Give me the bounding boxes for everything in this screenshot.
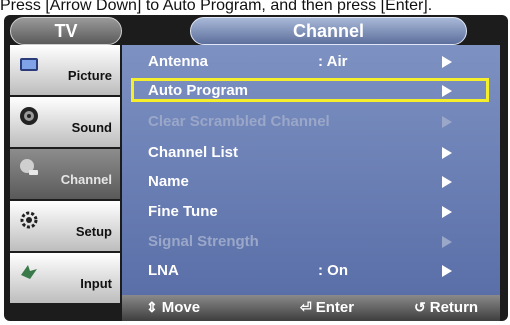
footer-hint-bar: ⇕ Move ⏎ Enter ↺ Return bbox=[122, 295, 500, 321]
arrow-right-icon bbox=[442, 147, 452, 159]
tv-label: TV bbox=[10, 17, 122, 45]
sidebar-item-setup[interactable]: Setup bbox=[10, 201, 120, 251]
channel-options-panel: Antenna : Air Auto Program Clear Scrambl… bbox=[122, 45, 500, 295]
input-icon bbox=[21, 265, 37, 279]
picture-icon bbox=[20, 58, 38, 71]
arrow-right-icon bbox=[442, 176, 452, 188]
sidebar-item-input[interactable]: Input bbox=[10, 253, 120, 303]
return-icon: ↺ bbox=[414, 299, 426, 315]
arrow-right-icon bbox=[442, 56, 452, 68]
up-down-arrows-icon: ⇕ bbox=[146, 299, 158, 315]
sidebar-item-sound[interactable]: Sound bbox=[10, 97, 120, 147]
menu-row-antenna[interactable]: Antenna : Air bbox=[122, 49, 500, 75]
channel-icon bbox=[20, 159, 38, 175]
sidebar-item-label: Channel bbox=[60, 172, 112, 187]
sidebar-item-label: Setup bbox=[75, 224, 112, 239]
arrow-right-icon bbox=[442, 116, 452, 128]
menu-row-name[interactable]: Name bbox=[122, 169, 500, 195]
footer-enter: ⏎ Enter bbox=[300, 299, 355, 316]
footer-move: ⇕ Move bbox=[146, 299, 201, 316]
sidebar-item-label: Sound bbox=[71, 120, 112, 135]
sidebar-item-label: Input bbox=[80, 276, 112, 291]
selection-highlight bbox=[131, 78, 489, 102]
menu-row-clear-scrambled-channel: Clear Scrambled Channel bbox=[122, 109, 500, 135]
sound-icon bbox=[20, 107, 38, 125]
sidebar-item-channel[interactable]: Channel bbox=[10, 149, 120, 199]
sidebar-item-picture[interactable]: Picture bbox=[10, 45, 120, 95]
menu-title: Channel bbox=[190, 17, 467, 45]
footer-return: ↺ Return bbox=[414, 299, 479, 316]
menu-row-channel-list[interactable]: Channel List bbox=[122, 140, 500, 166]
enter-icon: ⏎ bbox=[300, 299, 312, 315]
setup-icon bbox=[20, 211, 38, 229]
menu-row-lna[interactable]: LNA : On bbox=[122, 258, 500, 284]
arrow-right-icon bbox=[442, 236, 452, 248]
menu-row-signal-strength: Signal Strength bbox=[122, 229, 500, 255]
arrow-right-icon bbox=[442, 206, 452, 218]
sidebar: Picture Sound Channel Setup Input bbox=[10, 45, 120, 305]
menu-row-fine-tune[interactable]: Fine Tune bbox=[122, 199, 500, 225]
arrow-right-icon bbox=[442, 265, 452, 277]
sidebar-item-label: Picture bbox=[67, 68, 112, 83]
